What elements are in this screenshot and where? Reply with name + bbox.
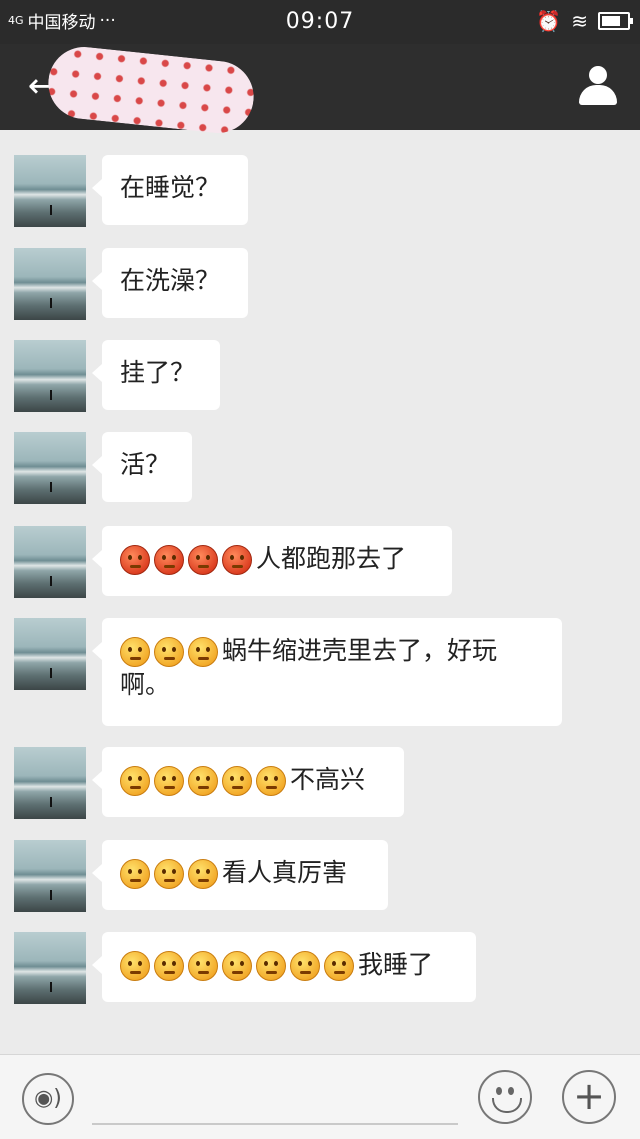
emoji-shy-icon [324,951,354,981]
message-bubble[interactable]: 不高兴 [92,747,404,817]
battery-icon [598,12,633,30]
sender-avatar[interactable] [14,340,86,412]
emoji-cry-icon [188,766,218,796]
message-bubble[interactable]: 看人真厉害 [92,840,388,910]
emoji-confused-icon [120,859,150,889]
message-bubble[interactable]: 人都跑那去了 [92,526,452,596]
emoji-confused-icon [188,859,218,889]
message-text: 我睡了 [358,950,434,979]
chat-header: ← 小 [0,43,640,137]
message-input[interactable] [92,1123,458,1125]
emoji-cry-icon [120,766,150,796]
message-bubble[interactable]: 在洗澡？ [92,248,248,318]
plus-icon[interactable]: + [562,1070,616,1124]
emoji-surprised-icon [256,951,286,981]
sender-avatar[interactable] [14,840,86,912]
message-text: 人都跑那去了 [256,544,407,573]
emoji-cry-icon [154,766,184,796]
message-bubble[interactable]: 我睡了 [92,932,476,1002]
emoji-smile-icon [290,951,320,981]
input-bar: ◉) + [0,1054,640,1139]
message-bubble[interactable]: 活？ [92,432,192,502]
sender-avatar[interactable] [14,618,86,690]
message-list[interactable]: 在睡觉？ 在洗澡？ 挂了？ 活？ 人都跑那去了蜗牛缩进壳里去了，好玩啊。不高兴看人真厉害… [0,130,640,1054]
message-text: 挂了？ [120,358,196,387]
status-bar: 4G 中国移动 ··· 09:07 ⏰ ≋ [0,0,640,44]
sender-avatar[interactable] [14,932,86,1004]
voice-icon[interactable]: ◉) [22,1073,74,1125]
sender-avatar[interactable] [14,248,86,320]
message-text: 活？ [120,450,171,479]
message-bubble[interactable]: 挂了？ [92,340,220,410]
emoji-confused-icon [120,951,150,981]
emoji-angry-icon [154,545,184,575]
message-bubble[interactable]: 蜗牛缩进壳里去了，好玩啊。 [92,618,562,726]
emoji-confused-icon [154,951,184,981]
cherry-sticker-overlay [44,43,258,137]
emoji-shy-icon [222,766,252,796]
emoji-angry-icon [222,545,252,575]
wifi-icon: ≋ [571,9,588,33]
sender-avatar[interactable] [14,155,86,227]
emoji-confused-icon [154,859,184,889]
alarm-icon: ⏰ [536,9,562,33]
profile-icon[interactable] [576,64,620,108]
status-icons: ⏰ ≋ [536,9,633,33]
emoji-confused-icon [222,951,252,981]
emoji-shy-icon [120,637,150,667]
message-bubble[interactable]: 在睡觉？ [92,155,248,225]
emoji-icon[interactable] [478,1070,532,1124]
message-text: 在睡觉？ [120,173,221,202]
message-text: 在洗澡？ [120,266,221,295]
sender-avatar[interactable] [14,526,86,598]
message-text: 不高兴 [290,765,366,794]
emoji-angry-icon [120,545,150,575]
emoji-sad-icon [256,766,286,796]
emoji-shy-icon [188,637,218,667]
emoji-shy-icon [154,637,184,667]
message-text: 看人真厉害 [222,858,348,887]
sender-avatar[interactable] [14,432,86,504]
emoji-confused-icon [188,951,218,981]
emoji-angry-icon [188,545,218,575]
sender-avatar[interactable] [14,747,86,819]
